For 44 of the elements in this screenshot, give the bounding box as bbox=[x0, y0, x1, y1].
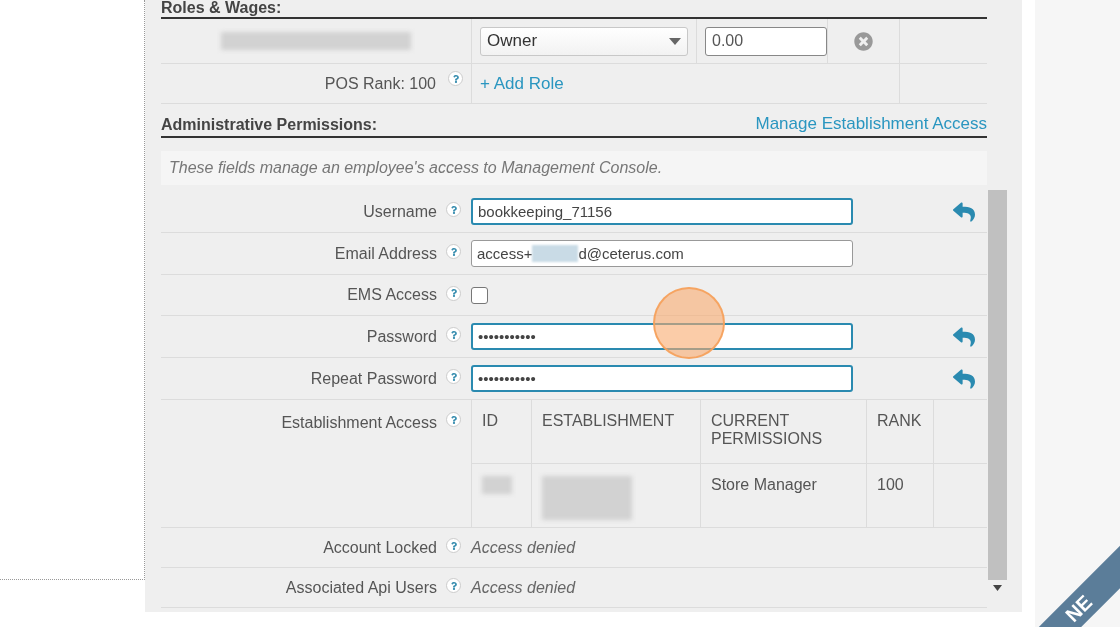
field-label: Repeat Password bbox=[310, 369, 437, 388]
help-icon[interactable] bbox=[446, 244, 461, 259]
field-label: Password bbox=[366, 327, 437, 346]
column-header: ESTABLISHMENT bbox=[531, 400, 700, 464]
remove-icon[interactable] bbox=[854, 31, 873, 51]
caret-icon bbox=[669, 37, 681, 45]
help-icon[interactable] bbox=[446, 369, 461, 384]
field-label: Username bbox=[363, 202, 437, 221]
field-label: Establishment Access bbox=[281, 414, 437, 432]
help-icon[interactable] bbox=[446, 327, 461, 342]
table-cell: Store Manager bbox=[700, 464, 866, 527]
text-field[interactable]: bookkeeping_71156 bbox=[471, 198, 853, 225]
column-header: RANK bbox=[866, 400, 933, 464]
table-cell: 100 bbox=[866, 464, 933, 527]
pos-rank-label: POS Rank: 100 bbox=[324, 74, 436, 93]
wage-field[interactable]: 0.00 bbox=[705, 26, 827, 56]
redacted-text bbox=[482, 476, 512, 494]
help-icon[interactable] bbox=[448, 71, 463, 86]
undo-icon[interactable] bbox=[953, 325, 975, 348]
field-label: Associated Api Users bbox=[285, 578, 437, 597]
undo-icon[interactable] bbox=[953, 367, 975, 390]
scroll-down-icon[interactable] bbox=[992, 585, 1002, 591]
help-icon[interactable] bbox=[446, 538, 461, 553]
section-title: Administrative Permissions: bbox=[161, 116, 378, 134]
field-label: EMS Access bbox=[347, 286, 437, 304]
text-field[interactable]: ••••••••••• bbox=[471, 365, 853, 392]
help-icon[interactable] bbox=[446, 412, 461, 427]
field-value: Access denied bbox=[471, 578, 576, 597]
undo-icon[interactable] bbox=[953, 200, 975, 223]
help-icon[interactable] bbox=[446, 578, 461, 593]
column-header: ID bbox=[471, 400, 531, 464]
checkbox[interactable] bbox=[471, 286, 488, 304]
scrollbar[interactable] bbox=[987, 190, 1007, 580]
field-value: Access denied bbox=[471, 538, 576, 557]
section-title: Roles & Wages: bbox=[161, 0, 283, 17]
text-field[interactable]: ••••••••••• bbox=[471, 323, 853, 350]
field-label: Email Address bbox=[334, 244, 437, 263]
help-icon[interactable] bbox=[446, 202, 461, 217]
column-header: CURRENT PERMISSIONS bbox=[700, 400, 866, 464]
email-field[interactable]: access+ d@ceterus.com bbox=[471, 240, 853, 267]
help-icon[interactable] bbox=[446, 285, 461, 301]
field-label: Account Locked bbox=[323, 538, 437, 557]
role-select[interactable]: Owner bbox=[480, 26, 688, 56]
info-note: These fields manage an employee's access to Management Console. bbox=[161, 151, 987, 185]
